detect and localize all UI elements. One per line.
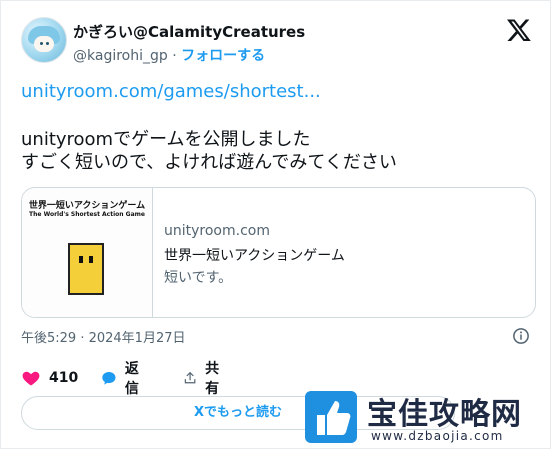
like-count: 410 [49, 370, 79, 386]
thumbnail-title: 世界一短いアクションゲーム [28, 201, 146, 211]
reply-label: 返信 [124, 361, 139, 397]
tweet-timestamp[interactable]: 午後5:29 · 2024年1月27日 [21, 327, 186, 346]
share-button[interactable]: 共有 [183, 361, 225, 397]
watermark: 宝佳攻略网 www.dzbaojia.com [301, 385, 551, 450]
watermark-url: www.dzbaojia.com [371, 429, 504, 443]
x-logo-icon[interactable] [506, 17, 532, 43]
reply-button[interactable]: 返信 [101, 361, 145, 397]
yellow-block-character [68, 243, 104, 295]
thumbs-up-logo-icon [305, 391, 357, 443]
link-preview-description: 短いです。 [164, 270, 233, 286]
heart-icon [22, 371, 40, 386]
author-display-name[interactable]: かぎろい@CalamityCreatures [73, 21, 305, 42]
reply-bubble-icon [102, 372, 116, 385]
tweet-text-line-2: すごく短いので、よければ遊んでみてください [21, 152, 397, 173]
avatar[interactable] [21, 17, 67, 63]
tweet-link[interactable]: unityroom.com/games/shortest... [21, 81, 321, 102]
author-handle[interactable]: @kagirohi_gp [73, 48, 168, 64]
tweet-text-line-1: unityroomでゲームを公開しました [21, 129, 311, 150]
follow-button[interactable]: フォローする [181, 48, 265, 64]
share-label: 共有 [205, 361, 220, 397]
share-icon [184, 372, 196, 384]
link-preview-card[interactable]: 世界一短いアクションゲーム The World's Shortest Actio… [21, 187, 536, 318]
link-preview-domain: unityroom.com [164, 223, 270, 239]
author-handle-row: @kagirohi_gp · フォローする [73, 45, 265, 65]
watermark-name: 宝佳攻略网 [367, 397, 522, 432]
handle-separator: · [172, 48, 177, 64]
tweet-card: かぎろい@CalamityCreatures @kagirohi_gp · フォ… [0, 0, 551, 449]
thumbnail-subtitle: The World's Shortest Action Game [29, 211, 145, 218]
link-preview-thumbnail[interactable]: 世界一短いアクションゲーム The World's Shortest Actio… [22, 188, 153, 317]
link-preview-title: 世界一短いアクションゲーム [164, 248, 345, 264]
like-button[interactable]: 410 [21, 367, 78, 389]
tweet-text: unityroomでゲームを公開しました すごく短いので、よければ遊んでみてくだ… [21, 128, 397, 174]
info-icon[interactable] [512, 327, 530, 345]
